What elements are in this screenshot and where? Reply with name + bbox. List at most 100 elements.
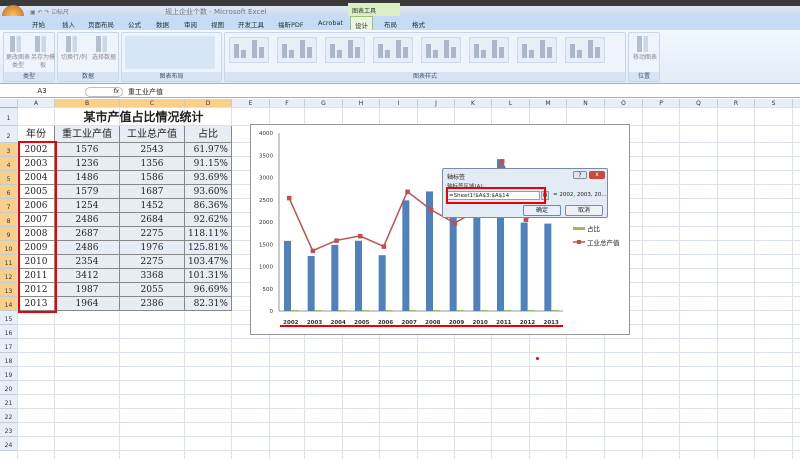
tab-7[interactable]: 开发工具	[234, 18, 268, 30]
table-cell[interactable]: 101.31%	[185, 269, 232, 283]
chart-style-option[interactable]	[517, 37, 557, 63]
chart-style-option[interactable]	[277, 37, 317, 63]
table-cell[interactable]: 2354	[55, 255, 120, 269]
tab-4[interactable]: 数据	[152, 18, 173, 30]
table-cell[interactable]: 2687	[55, 227, 120, 241]
line-point-2005[interactable]	[358, 233, 363, 239]
ratio-bar-2002[interactable]	[291, 310, 298, 311]
table-cell[interactable]: 93.69%	[185, 171, 232, 185]
chart-style-option[interactable]	[421, 37, 461, 63]
row-header-4[interactable]: 4	[0, 157, 18, 171]
table-cell[interactable]: 82.31%	[185, 297, 232, 311]
ratio-bar-2004[interactable]	[338, 310, 346, 311]
line-point-2009[interactable]	[452, 221, 458, 226]
row-header-16[interactable]: 16	[0, 325, 18, 339]
table-cell[interactable]: 1356	[120, 157, 185, 171]
line-point-2008[interactable]	[429, 207, 434, 213]
line-point-2011[interactable]	[500, 159, 505, 164]
ratio-bar-2008[interactable]	[433, 310, 440, 311]
table-cell[interactable]: 92.62%	[185, 213, 232, 227]
tab-8[interactable]: 福昕PDF	[274, 18, 308, 30]
table-cell[interactable]: 103.47%	[185, 255, 232, 269]
layout-gallery[interactable]	[125, 36, 215, 69]
table-cell[interactable]: 1452	[120, 199, 185, 213]
table-cell[interactable]: 1976	[120, 241, 185, 255]
formula-input[interactable]: 重工业产值	[128, 87, 163, 97]
chart-style-option[interactable]	[565, 37, 605, 63]
tab-12[interactable]: 格式	[408, 18, 429, 30]
ratio-bar-2010[interactable]	[480, 310, 488, 311]
chart-style-option[interactable]	[229, 37, 269, 63]
row-header-18[interactable]: 18	[0, 353, 18, 367]
table-cell[interactable]: 1987	[55, 283, 120, 297]
close-button[interactable]: x	[589, 171, 605, 179]
row-header-11[interactable]: 11	[0, 255, 18, 269]
table-cell[interactable]: 1576	[55, 143, 120, 157]
row-header-1[interactable]: 1	[0, 108, 18, 126]
bar-2010[interactable]	[473, 206, 481, 311]
row-header-24[interactable]: 24	[0, 437, 18, 451]
row-header-19[interactable]: 19	[0, 367, 18, 381]
row-header-10[interactable]: 10	[0, 241, 18, 255]
table-cell[interactable]: 2275	[120, 227, 185, 241]
table-cell[interactable]: 86.36%	[185, 199, 232, 213]
line-point-2003[interactable]	[310, 248, 316, 254]
help-button[interactable]: ?	[573, 171, 587, 179]
row-header-20[interactable]: 20	[0, 381, 18, 395]
table-header[interactable]: 占比	[185, 126, 232, 143]
table-cell[interactable]: 1236	[55, 157, 120, 171]
table-cell[interactable]: 3368	[120, 269, 185, 283]
ratio-bar-2005[interactable]	[362, 310, 369, 311]
table-cell[interactable]: 1687	[120, 185, 185, 199]
row-header-14[interactable]: 14	[0, 297, 18, 311]
save-icon[interactable]: ▣	[30, 9, 38, 16]
row-header-22[interactable]: 22	[0, 409, 18, 423]
select-all[interactable]	[0, 99, 18, 108]
bar-2013[interactable]	[544, 223, 552, 311]
table-header[interactable]: 工业总产值	[120, 126, 185, 143]
table-header[interactable]: 重工业产值	[55, 126, 120, 143]
table-cell[interactable]: 118.11%	[185, 227, 232, 241]
table-cell[interactable]: 1579	[55, 185, 120, 199]
table-cell[interactable]: 61.97%	[185, 143, 232, 157]
line-point-2004[interactable]	[334, 238, 339, 243]
row-header-15[interactable]: 15	[0, 311, 18, 325]
table-cell[interactable]: 1254	[55, 199, 120, 213]
table-cell[interactable]: 2055	[120, 283, 185, 297]
ratio-bar-2009[interactable]	[456, 310, 464, 311]
tab-11[interactable]: 布局	[380, 18, 401, 30]
row-header-3[interactable]: 3	[0, 143, 18, 157]
tab-1[interactable]: 插入	[58, 18, 79, 30]
table-cell[interactable]: 2486	[55, 241, 120, 255]
cancel-button[interactable]: 取消	[565, 205, 603, 216]
table-cell[interactable]: 2275	[120, 255, 185, 269]
table-cell[interactable]: 125.81%	[185, 241, 232, 255]
tab-5[interactable]: 审阅	[180, 18, 201, 30]
row-header-6[interactable]: 6	[0, 185, 18, 199]
table-cell[interactable]: 93.60%	[185, 185, 232, 199]
ok-button[interactable]: 确定	[523, 205, 561, 216]
tab-0[interactable]: 开始	[28, 18, 49, 30]
table-cell[interactable]: 2684	[120, 213, 185, 227]
tab-10[interactable]: 设计	[350, 16, 373, 30]
bar-2007[interactable]	[402, 200, 410, 311]
sheet-title[interactable]: 某市产值占比情况统计	[55, 108, 232, 126]
bar-2003[interactable]	[307, 255, 315, 311]
ratio-bar-2003[interactable]	[314, 310, 322, 311]
table-cell[interactable]: 96.69%	[185, 283, 232, 297]
chart-style-option[interactable]	[325, 37, 365, 63]
table-cell[interactable]: 3412	[55, 269, 120, 283]
line-point-2002[interactable]	[287, 195, 292, 201]
table-cell[interactable]: 2386	[120, 297, 185, 311]
row-header-23[interactable]: 23	[0, 423, 18, 437]
table-cell[interactable]: 91.15%	[185, 157, 232, 171]
row-header-13[interactable]: 13	[0, 283, 18, 297]
ratio-bar-2006[interactable]	[385, 310, 393, 311]
bar-2002[interactable]	[284, 240, 291, 311]
change-chart-type-button[interactable]: 更改图表类型	[6, 36, 30, 70]
select-data-button[interactable]: 选择数据	[89, 36, 119, 62]
line-point-2007[interactable]	[405, 189, 410, 195]
ratio-bar-2013[interactable]	[551, 310, 559, 311]
ratio-bar-2011[interactable]	[504, 310, 511, 311]
chart-style-option[interactable]	[469, 37, 509, 63]
